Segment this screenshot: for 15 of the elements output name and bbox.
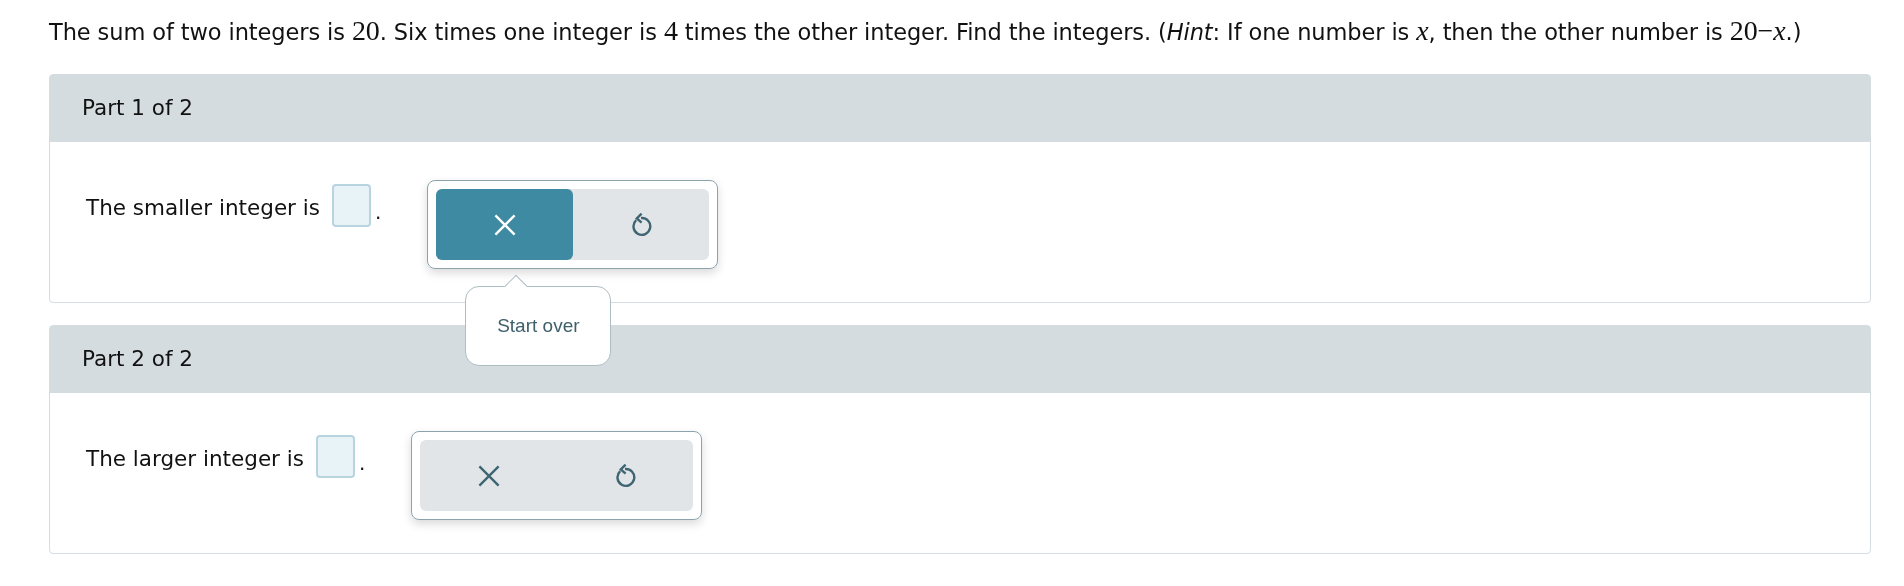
tooltip: Start over (465, 286, 612, 366)
clear-button[interactable] (436, 189, 573, 260)
period-text: . (358, 450, 366, 477)
answer-box[interactable] (315, 435, 355, 478)
part-title: Part 1 of 2 (82, 94, 194, 123)
answer-box[interactable] (332, 184, 371, 227)
clear-icon (492, 212, 517, 237)
part-title: Part 2 of 2 (82, 345, 194, 374)
question-text: The sum of two integers is 20. Six times one integer is 4 times the other integer. Find the integers. (Hint: If one number is x, then the other number is 20−x.) (48, 14, 1803, 48)
prompt-text: The smaller integer is (86, 194, 320, 222)
undo-icon (613, 463, 638, 488)
prompt-text: The larger integer is (86, 445, 304, 473)
period-text: . (375, 199, 382, 226)
undo-icon (629, 212, 654, 237)
clear-icon (476, 463, 501, 488)
